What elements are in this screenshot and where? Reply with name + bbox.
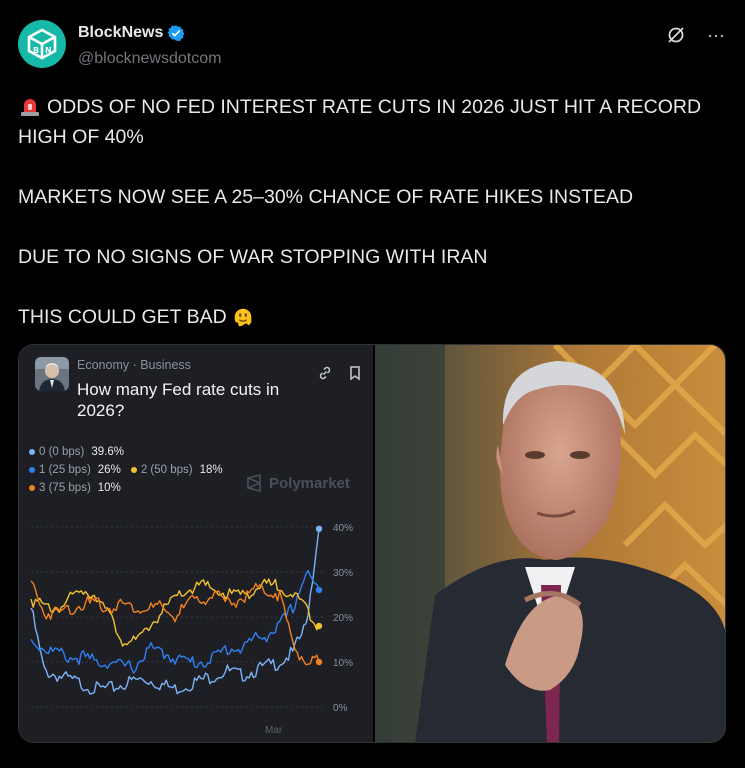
legend-dot (29, 485, 35, 491)
series-endpoint-0 (315, 525, 323, 532)
legend-label: 2 (50 bps) (140, 464, 193, 476)
legend-dot (130, 467, 137, 473)
author-display-name[interactable]: BlockNews (78, 24, 163, 42)
grok-icon[interactable] (665, 24, 687, 46)
legend-label: 1 (25 bps) (39, 464, 91, 476)
x-tick-label: Mar (265, 725, 283, 736)
legend-item-0: 0 (0 bps) 39.6% (29, 443, 124, 461)
legend-label: 3 (75 bps) (39, 482, 91, 494)
chart-legend: 0 (0 bps) 39.6% 1 (25 bps) 26% 2 (50 bps… (29, 443, 223, 497)
more-icon[interactable]: ··· (705, 24, 727, 46)
legend-item-2: 2 (50 bps) 18% (130, 461, 223, 479)
tweet-text: ODDS OF NO FED INTEREST RATE CUTS IN 202… (18, 92, 718, 332)
y-tick-label: 30% (333, 568, 353, 579)
series-endpoint-1 (315, 586, 323, 594)
y-tick-label: 10% (333, 658, 353, 669)
tweet-header: B N BlockNews @blocknewsdotcom ··· (18, 18, 727, 74)
tweet-line-4-text: THIS COULD GET BAD (18, 306, 227, 328)
tweet-line-3: DUE TO NO SIGNS OF WAR STOPPING WITH IRA… (18, 246, 488, 268)
bookmark-icon[interactable] (347, 365, 363, 381)
tweet-media[interactable]: Economy · Business How many Fed rate cut… (18, 344, 726, 743)
market-title[interactable]: How many Fed rate cuts in 2026? (77, 379, 297, 421)
y-tick-label: 20% (333, 613, 353, 624)
legend-dot (29, 467, 35, 473)
series-line-0 (30, 528, 320, 695)
legend-value: 10% (97, 482, 121, 494)
odds-chart: 40% 30% 20% 10% 0% Mar (30, 523, 353, 736)
polymarket-logo-icon (247, 474, 261, 492)
tweet-line-1: ODDS OF NO FED INTEREST RATE CUTS IN 202… (18, 92, 718, 152)
series-endpoint-2 (315, 622, 323, 630)
market-thumbnail (35, 357, 69, 391)
market-category[interactable]: Economy · Business (77, 358, 191, 372)
tweet-line-2: MARKETS NOW SEE A 25–30% CHANCE OF RATE … (18, 186, 634, 208)
blocknews-logo-icon: B N (27, 28, 57, 60)
legend-value: 18% (199, 464, 223, 476)
legend-item-3: 3 (75 bps) 10% (29, 479, 121, 497)
legend-value: 39.6% (91, 446, 124, 458)
author-handle[interactable]: @blocknewsdotcom (78, 50, 221, 68)
author-avatar[interactable]: B N (18, 20, 66, 68)
y-tick-label: 0% (333, 703, 348, 714)
tweet-line-4: THIS COULD GET BAD (18, 302, 718, 332)
legend-dot (29, 449, 35, 455)
series-endpoint-3 (315, 658, 323, 666)
svg-text:N: N (45, 46, 52, 55)
police-light-emoji (21, 99, 39, 116)
polymarket-brand: Polymarket (269, 474, 350, 492)
tweet-line-1-text: ODDS OF NO FED INTEREST RATE CUTS IN 202… (18, 96, 702, 148)
series-line-3 (30, 580, 320, 666)
legend-label: 0 (0 bps) (39, 446, 85, 458)
powell-photo (375, 345, 725, 742)
polymarket-watermark: Polymarket (245, 474, 350, 492)
legend-value: 26% (97, 464, 121, 476)
polymarket-card[interactable]: Economy · Business How many Fed rate cut… (19, 345, 373, 742)
verified-badge-icon[interactable] (167, 24, 185, 42)
melting-face-emoji (234, 308, 252, 327)
y-tick-label: 40% (333, 523, 353, 534)
link-icon[interactable] (317, 365, 333, 381)
svg-text:B: B (33, 46, 39, 55)
legend-item-1: 1 (25 bps) 26% (29, 461, 121, 479)
